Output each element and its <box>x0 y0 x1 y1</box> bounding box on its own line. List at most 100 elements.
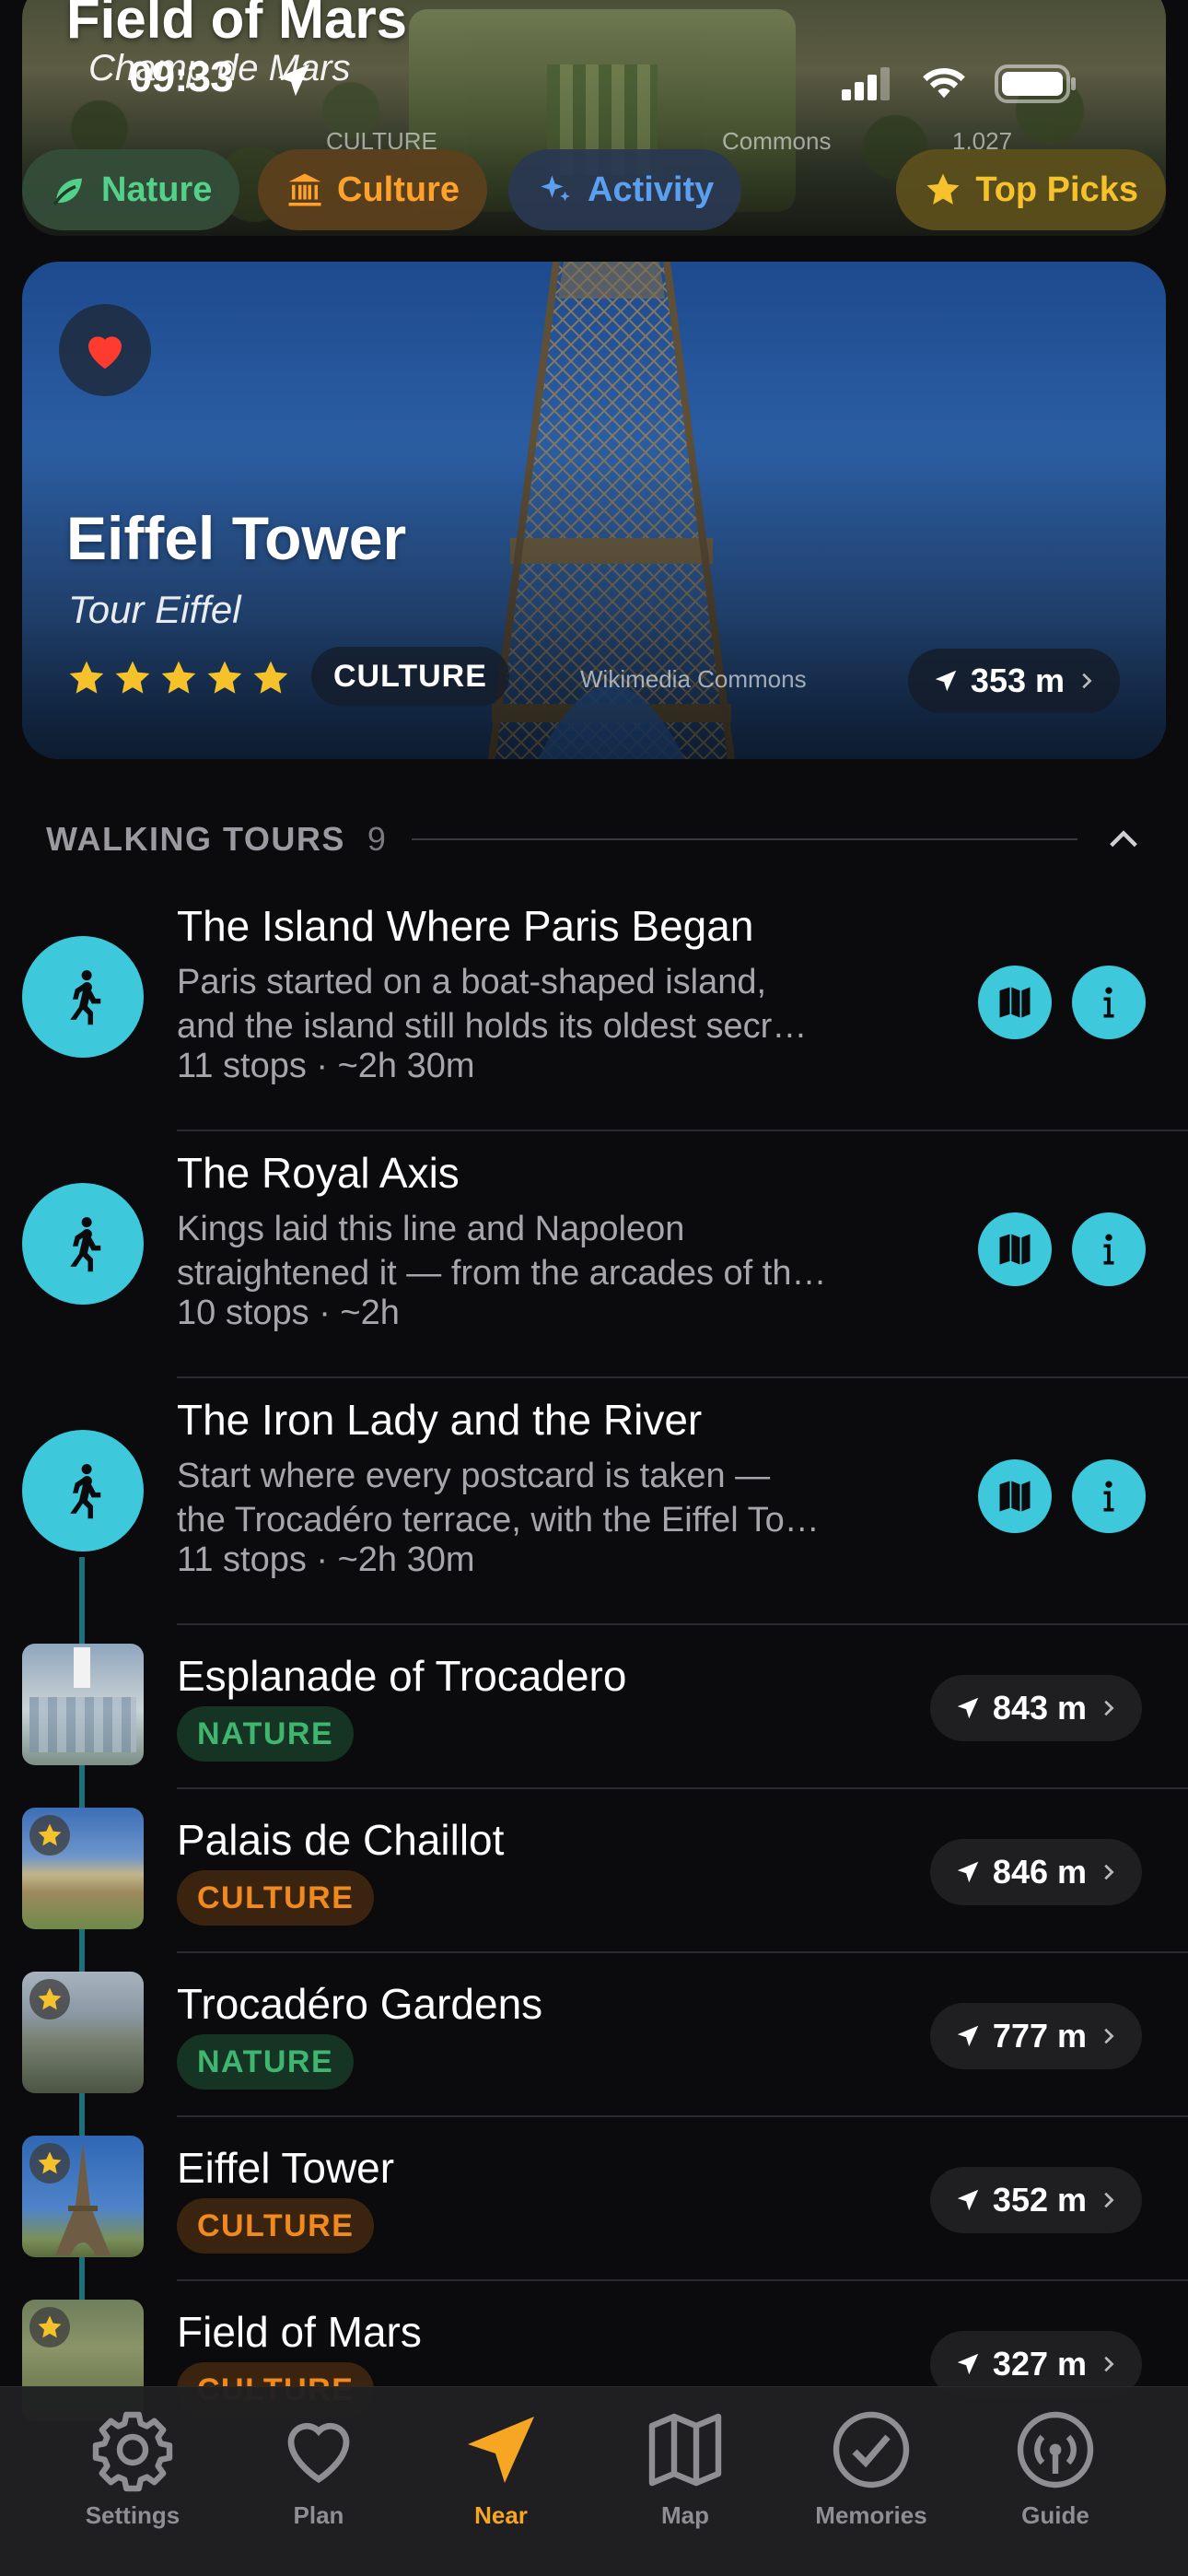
tab-guide[interactable]: Guide <box>973 2406 1138 2530</box>
tour-info-button[interactable] <box>1072 1212 1146 1286</box>
place-row[interactable]: Esplanade of Trocadero NATURE 843 m <box>0 1625 1188 1789</box>
place-thumbnail <box>22 1808 144 1929</box>
tour-map-button[interactable] <box>978 1459 1052 1533</box>
favorite-button[interactable] <box>59 304 151 396</box>
walking-person-icon <box>70 970 101 1025</box>
place-distance: 352 m <box>992 2181 1087 2219</box>
tab-near[interactable]: Near <box>418 2406 584 2530</box>
star-icon <box>69 661 104 694</box>
place-distance-button[interactable]: 843 m <box>929 1675 1142 1741</box>
featured-subtitle: Tour Eiffel <box>68 588 241 631</box>
checkmark-circle-icon <box>833 2411 910 2488</box>
tour-row[interactable]: The Iron Lady and the River Start where … <box>0 1378 1188 1625</box>
tab-bar: Settings Plan Near Map Memories Guide <box>0 2386 1188 2576</box>
tab-settings[interactable]: Settings <box>50 2406 215 2530</box>
chevron-right-icon <box>1104 1864 1114 1880</box>
chevron-up-icon[interactable] <box>1105 821 1142 858</box>
place-title: Esplanade of Trocadero <box>177 1652 627 1700</box>
place-category-tag: NATURE <box>177 2034 355 2090</box>
location-services-icon <box>277 64 310 97</box>
tour-title: The Iron Lady and the River <box>177 1396 703 1444</box>
tour-map-button[interactable] <box>978 1212 1052 1286</box>
info-icon <box>1103 1234 1114 1265</box>
map-icon <box>999 1481 1031 1512</box>
place-title: Palais de Chaillot <box>177 1816 505 1864</box>
location-arrow-icon <box>468 2417 534 2483</box>
tour-map-button[interactable] <box>978 966 1052 1039</box>
tour-row[interactable]: The Island Where Paris Began Paris start… <box>0 884 1188 1131</box>
map-icon <box>999 1234 1031 1265</box>
place-distance-button[interactable]: 777 m <box>929 2003 1142 2069</box>
featured-place-card[interactable]: Eiffel Tower Tour Eiffel CULTURE Wikimed… <box>22 262 1166 759</box>
place-title: Trocadéro Gardens <box>177 1980 543 2028</box>
walking-tours-header[interactable]: WALKING TOURS 9 <box>46 816 1142 862</box>
featured-distance-button[interactable]: 353 m <box>907 649 1120 713</box>
place-category-tag: CULTURE <box>177 2198 375 2254</box>
place-row[interactable]: Palais de Chaillot CULTURE 846 m <box>0 1789 1188 1953</box>
tour-meta: 11 stops · ~2h 30m <box>177 1540 475 1579</box>
tour-info-button[interactable] <box>1072 966 1146 1039</box>
status-indicators <box>842 64 1077 103</box>
filter-nature-chip[interactable]: Nature <box>22 149 240 230</box>
info-icon <box>1103 1481 1114 1512</box>
featured-distance: 353 m <box>970 662 1065 699</box>
star-icon <box>115 661 150 694</box>
leaf-icon <box>52 178 82 205</box>
place-distance-button[interactable]: 352 m <box>929 2167 1142 2233</box>
location-arrow-icon <box>957 2025 979 2047</box>
walking-tour-avatar <box>22 1430 144 1551</box>
section-divider <box>411 838 1077 840</box>
tour-description: Kings laid this line and Napoleon straig… <box>177 1210 827 1293</box>
star-icon <box>207 661 242 694</box>
star-icon <box>38 1987 62 2010</box>
top-pick-badge <box>29 2143 70 2184</box>
star-icon <box>253 661 288 694</box>
walking-tour-avatar <box>22 936 144 1058</box>
image-credit: Wikimedia Commons <box>580 665 807 693</box>
filter-culture-chip[interactable]: Culture <box>258 149 487 230</box>
filter-culture-label: Culture <box>337 170 460 209</box>
place-distance-button[interactable]: 846 m <box>929 1839 1142 1905</box>
tab-plan[interactable]: Plan <box>236 2406 402 2530</box>
place-row[interactable]: Trocadéro Gardens NATURE 777 m <box>0 1953 1188 2117</box>
tab-label: Guide <box>1021 2501 1089 2529</box>
filter-nature-label: Nature <box>101 170 213 209</box>
tour-title: The Royal Axis <box>177 1149 460 1197</box>
battery-icon <box>995 64 1076 103</box>
status-time: 09:33 <box>129 53 234 100</box>
location-arrow-icon <box>957 1697 979 1719</box>
tab-label: Plan <box>293 2501 344 2529</box>
filter-activity-chip[interactable]: Activity <box>508 149 742 230</box>
top-card-title: Field of Mars <box>66 0 408 50</box>
star-icon <box>926 173 960 205</box>
wifi-icon <box>923 67 965 99</box>
signal-icon <box>842 67 890 100</box>
tour-description: Start where every postcard is taken — th… <box>177 1457 820 1540</box>
chevron-right-icon <box>1082 673 1092 689</box>
walking-person-icon <box>70 1217 101 1272</box>
place-distance: 327 m <box>992 2345 1087 2383</box>
top-pick-badge <box>29 2307 70 2348</box>
place-row[interactable]: Eiffel Tower CULTURE 352 m <box>0 2117 1188 2281</box>
location-arrow-icon <box>935 670 957 692</box>
place-distance: 777 m <box>992 2017 1087 2055</box>
location-arrow-icon <box>957 2353 979 2375</box>
star-icon <box>38 2315 62 2338</box>
tab-map[interactable]: Map <box>602 2406 768 2530</box>
tab-label: Map <box>661 2501 709 2529</box>
tab-label: Settings <box>85 2501 181 2529</box>
featured-rating <box>66 658 291 698</box>
category-filters: Nature Culture Activity Top Picks <box>22 149 1166 232</box>
section-count: 9 <box>367 820 386 858</box>
heart-filled-icon <box>88 336 122 369</box>
chevron-right-icon <box>1104 1700 1114 1716</box>
tour-info-button[interactable] <box>1072 1459 1146 1533</box>
place-thumbnail <box>22 1972 144 2093</box>
tab-memories[interactable]: Memories <box>788 2406 954 2530</box>
museum-icon <box>288 173 321 206</box>
tour-meta: 10 stops · ~2h <box>177 1294 400 1332</box>
top-pick-badge <box>29 1815 70 1856</box>
tour-row[interactable]: The Royal Axis Kings laid this line and … <box>0 1131 1188 1378</box>
place-thumbnail <box>22 2136 144 2257</box>
filter-top-picks-chip[interactable]: Top Picks <box>896 149 1166 230</box>
